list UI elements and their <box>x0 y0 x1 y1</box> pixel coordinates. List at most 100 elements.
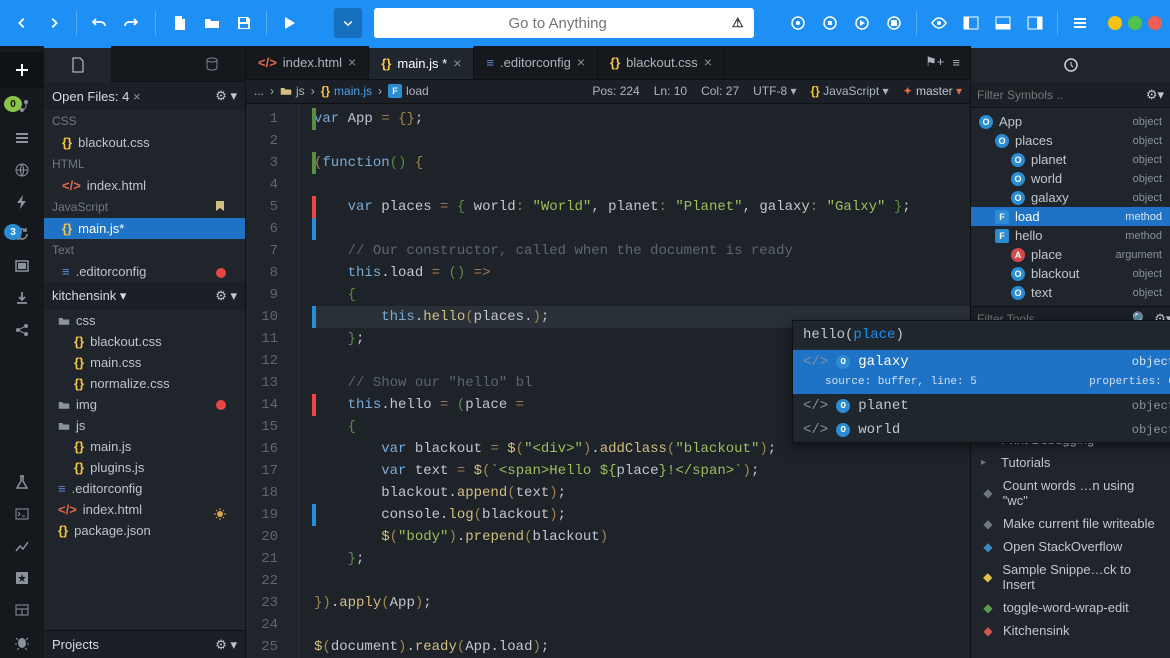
preview-button[interactable] <box>925 9 953 37</box>
tool-category[interactable]: ▸Tutorials <box>971 451 1170 474</box>
symbol-item[interactable]: Oplacesobject <box>971 131 1170 150</box>
tool-item[interactable]: ◆Count words …n using "wc" <box>971 474 1170 512</box>
close-icon[interactable]: × <box>453 55 461 71</box>
bolt-icon[interactable] <box>2 186 42 218</box>
layout-right-button[interactable] <box>1021 9 1049 37</box>
editor-tab[interactable]: ≡.editorconfig× <box>474 46 598 79</box>
gear-icon[interactable]: ⚙▾ <box>1146 87 1164 103</box>
tree-file[interactable]: {}plugins.js <box>44 457 245 478</box>
breadcrumb[interactable]: Fload <box>388 84 429 98</box>
tool-item[interactable]: ◆Make current file writeable <box>971 512 1170 535</box>
tool-item[interactable]: ◆Open StackOverflow <box>971 535 1170 558</box>
breadcrumb[interactable]: {}main.js <box>321 84 372 98</box>
goto-menu-button[interactable] <box>334 8 362 38</box>
layout-left-button[interactable] <box>957 9 985 37</box>
goto-anything-box[interactable]: ⚠ <box>374 8 754 38</box>
symbol-item[interactable]: Oplanetobject <box>971 150 1170 169</box>
back-button[interactable] <box>8 9 36 37</box>
gear-icon[interactable]: ⚙ ▾ <box>215 88 237 104</box>
download-icon[interactable] <box>2 282 42 314</box>
close-window-button[interactable] <box>1148 16 1162 30</box>
list-icon[interactable] <box>2 122 42 154</box>
flag-icon[interactable]: ⚑+ <box>925 54 944 70</box>
share-icon[interactable] <box>2 314 42 346</box>
save-macro-button[interactable] <box>880 9 908 37</box>
tree-file[interactable]: ≡.editorconfig <box>44 478 245 499</box>
db-tab[interactable] <box>178 46 245 82</box>
close-icon[interactable]: × <box>348 54 356 70</box>
status-encoding[interactable]: UTF-8 ▾ <box>753 84 796 98</box>
redo-button[interactable] <box>117 9 145 37</box>
filter-symbols-input[interactable] <box>977 88 1146 102</box>
chart-icon[interactable] <box>2 530 42 562</box>
panel-icon[interactable] <box>2 250 42 282</box>
tool-item[interactable]: ◆Sample Snippe…ck to Insert <box>971 558 1170 596</box>
tree-folder[interactable]: js <box>44 415 245 436</box>
editor-tab[interactable]: </>index.html× <box>246 46 369 79</box>
symbol-item[interactable]: Oworldobject <box>971 169 1170 188</box>
symbol-item[interactable]: Ogalaxyobject <box>971 188 1170 207</box>
tree-folder[interactable]: img <box>44 394 245 415</box>
terminal-icon[interactable] <box>2 498 42 530</box>
editor-tab[interactable]: {}main.js *× <box>369 46 474 79</box>
gear-icon[interactable]: ⚙ ▾ <box>215 288 237 304</box>
run-button[interactable] <box>275 9 303 37</box>
forward-button[interactable] <box>40 9 68 37</box>
editor-tab[interactable]: {}blackout.css× <box>598 46 725 79</box>
open-file-item[interactable]: </>index.html <box>44 175 245 196</box>
open-files-header[interactable]: Open Files: 4 × ⚙ ▾ <box>44 82 245 110</box>
tree-folder[interactable]: css <box>44 310 245 331</box>
symbol-item[interactable]: Floadmethod <box>971 207 1170 226</box>
project-header[interactable]: kitchensink ▾ ⚙ ▾ <box>44 282 245 310</box>
tree-file[interactable]: {}blackout.css <box>44 331 245 352</box>
tool-item[interactable]: ◆Kitchensink <box>971 619 1170 642</box>
symbol-item[interactable]: OAppobject <box>971 112 1170 131</box>
symbol-item[interactable]: Otextobject <box>971 283 1170 302</box>
symbols-tab[interactable] <box>971 46 1170 82</box>
autocomplete-item[interactable]: </>Ogalaxyobject <box>793 350 1170 374</box>
list-icon[interactable]: ≡ <box>952 55 960 70</box>
sync-icon[interactable]: 3 <box>2 218 42 250</box>
stop-button[interactable] <box>816 9 844 37</box>
new-file-button[interactable] <box>166 9 194 37</box>
tool-item[interactable]: ◆toggle-word-wrap-edit <box>971 596 1170 619</box>
code-editor[interactable]: 1234567891011121314151617181920212223242… <box>246 104 970 658</box>
projects-header[interactable]: Projects ⚙ ▾ <box>44 630 245 658</box>
layout-alt-icon[interactable] <box>2 594 42 626</box>
open-file-item[interactable]: {}main.js* <box>44 218 245 239</box>
goto-input[interactable] <box>384 15 732 32</box>
new-tab-button[interactable] <box>0 52 44 88</box>
menu-button[interactable] <box>1066 9 1094 37</box>
autocomplete-item[interactable]: </>Oworldobject <box>793 418 1170 442</box>
tree-file[interactable]: {}package.json <box>44 520 245 541</box>
breadcrumb[interactable]: ... <box>254 84 264 98</box>
play-circle-button[interactable] <box>848 9 876 37</box>
tree-file[interactable]: {}main.css <box>44 352 245 373</box>
open-file-item[interactable]: ≡.editorconfig <box>44 261 245 282</box>
record-button[interactable] <box>784 9 812 37</box>
close-icon[interactable]: × <box>704 54 712 70</box>
status-branch[interactable]: ✦ master ▾ <box>903 84 962 98</box>
symbol-item[interactable]: Fhellomethod <box>971 226 1170 245</box>
status-lang[interactable]: {} JavaScript ▾ <box>810 84 888 98</box>
files-tab[interactable] <box>44 46 111 82</box>
tree-file[interactable]: {}normalize.css <box>44 373 245 394</box>
gear-icon[interactable]: ⚙ ▾ <box>215 637 237 653</box>
breadcrumb[interactable]: js <box>280 84 305 98</box>
autocomplete-item[interactable]: </>Oplanetobject <box>793 394 1170 418</box>
minimize-button[interactable] <box>1108 16 1122 30</box>
save-button[interactable] <box>230 9 258 37</box>
bug-icon[interactable] <box>2 626 42 658</box>
users-tab[interactable] <box>111 46 178 82</box>
symbol-item[interactable]: Aplaceargument <box>971 245 1170 264</box>
open-file-button[interactable] <box>198 9 226 37</box>
vcs-icon[interactable]: 0 <box>2 90 42 122</box>
flask-icon[interactable] <box>2 466 42 498</box>
undo-button[interactable] <box>85 9 113 37</box>
symbol-item[interactable]: Oblackoutobject <box>971 264 1170 283</box>
close-icon[interactable]: × <box>577 54 585 70</box>
globe-icon[interactable] <box>2 154 42 186</box>
open-file-item[interactable]: {}blackout.css <box>44 132 245 153</box>
star-icon[interactable] <box>2 562 42 594</box>
layout-bottom-button[interactable] <box>989 9 1017 37</box>
